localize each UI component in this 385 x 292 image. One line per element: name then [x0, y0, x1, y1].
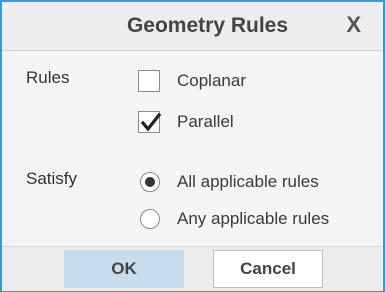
- all-applicable-label[interactable]: All applicable rules: [177, 172, 319, 192]
- close-icon[interactable]: X: [346, 13, 361, 37]
- parallel-checkbox[interactable]: [138, 111, 162, 133]
- radio-selected-dot: [145, 177, 155, 187]
- parallel-label[interactable]: Parallel: [177, 112, 234, 132]
- ok-button[interactable]: OK: [64, 250, 184, 288]
- checkmark-icon: [140, 112, 162, 132]
- dialog-titlebar: Geometry Rules X: [2, 2, 383, 51]
- geometry-rules-dialog: Geometry Rules X Rules Coplanar Parallel…: [0, 0, 385, 292]
- cancel-button[interactable]: Cancel: [213, 250, 323, 288]
- all-applicable-radio[interactable]: [140, 172, 160, 192]
- dialog-title: Geometry Rules: [126, 14, 289, 37]
- coplanar-label[interactable]: Coplanar: [177, 71, 246, 91]
- coplanar-checkbox[interactable]: [138, 70, 160, 92]
- satisfy-label: Satisfy: [26, 169, 78, 188]
- dialog-footer: OK Cancel: [2, 246, 383, 291]
- any-applicable-radio[interactable]: [140, 209, 160, 229]
- any-applicable-label[interactable]: Any applicable rules: [177, 209, 329, 229]
- rules-label: Rules: [26, 68, 70, 87]
